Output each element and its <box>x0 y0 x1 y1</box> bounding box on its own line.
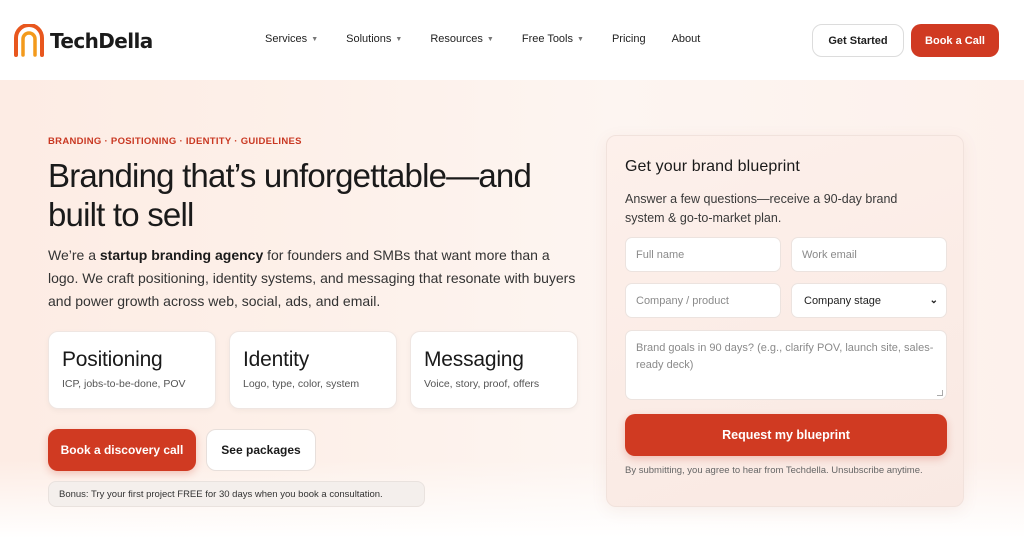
chevron-down-icon: ▼ <box>395 35 403 43</box>
feature-title: Messaging <box>424 348 524 371</box>
feature-title: Positioning <box>62 348 163 371</box>
nav-item-label: Free Tools <box>521 33 573 45</box>
select-value: Company stage <box>804 294 882 307</box>
site-header: TechDella Services ▼ Solutions ▼ Resourc… <box>0 0 1024 80</box>
work-email-input[interactable]: Work email <box>791 237 947 272</box>
feature-card-messaging: Messaging Voice, story, proof, offers <box>410 331 578 409</box>
get-started-button[interactable]: Get Started <box>812 24 904 57</box>
chevron-down-icon: ▼ <box>311 35 319 43</box>
blueprint-form: Get your brand blueprint Answer a few qu… <box>606 135 964 507</box>
company-input[interactable]: Company / product <box>625 283 781 318</box>
chevron-down-icon: ⌄ <box>929 295 938 306</box>
nav-item-free-tools[interactable]: Free Tools ▼ <box>522 33 584 45</box>
main-nav: Services ▼ Solutions ▼ Resources ▼ Free … <box>265 33 700 45</box>
nav-item-resources[interactable]: Resources ▼ <box>430 33 494 45</box>
textarea-placeholder: Brand goals in 90 days? (e.g., clarify P… <box>636 342 934 371</box>
lead-text-start: We’re a <box>48 247 100 263</box>
full-name-input[interactable]: Full name <box>625 237 781 272</box>
resize-handle-icon[interactable] <box>937 390 943 396</box>
hero-eyebrow: BRANDING · POSITIONING · IDENTITY · GUID… <box>48 136 302 147</box>
nav-item-about[interactable]: About <box>672 33 701 45</box>
nav-item-pricing[interactable]: Pricing <box>612 33 646 45</box>
chevron-down-icon: ▼ <box>486 35 494 43</box>
feature-card-identity: Identity Logo, type, color, system <box>229 331 397 409</box>
company-stage-select[interactable]: Company stage ⌄ <box>791 283 947 318</box>
nav-item-solutions[interactable]: Solutions ▼ <box>346 33 402 45</box>
logo[interactable]: TechDella <box>12 24 153 58</box>
nav-item-label: Solutions <box>346 33 392 45</box>
chevron-down-icon: ▼ <box>577 35 584 43</box>
lead-emphasis: startup branding agency <box>99 247 264 263</box>
form-disclaimer: By submitting, you agree to hear from Te… <box>625 465 923 476</box>
nav-item-label: About <box>671 33 701 45</box>
book-call-button[interactable]: Book a Call <box>911 24 999 57</box>
see-packages-button[interactable]: See packages <box>206 429 316 471</box>
nav-item-label: Pricing <box>611 33 646 45</box>
request-blueprint-button[interactable]: Request my blueprint <box>625 414 947 456</box>
brand-goals-textarea[interactable]: Brand goals in 90 days? (e.g., clarify P… <box>625 330 947 400</box>
feature-subtitle: ICP, jobs-to-be-done, POV <box>62 378 186 390</box>
form-description: Answer a few questions—receive a 90-day … <box>625 192 898 225</box>
nav-item-services[interactable]: Services ▼ <box>265 33 318 45</box>
feature-title: Identity <box>243 348 310 371</box>
book-discovery-call-button[interactable]: Book a discovery call <box>48 429 196 471</box>
nav-item-label: Resources <box>430 33 483 45</box>
brand-name: TechDella <box>50 29 153 53</box>
nav-item-label: Services <box>265 33 308 45</box>
arch-logo-icon <box>14 24 44 57</box>
feature-card-positioning: Positioning ICP, jobs-to-be-done, POV <box>48 331 216 409</box>
form-title: Get your brand blueprint <box>625 158 800 175</box>
hero-section: BRANDING · POSITIONING · IDENTITY · GUID… <box>0 80 1024 538</box>
feature-subtitle: Logo, type, color, system <box>243 378 360 390</box>
hero-lead: We’re a startup branding agency for foun… <box>48 244 578 313</box>
hero-headline: Branding that’s unforgettable—and built … <box>48 157 532 233</box>
bonus-note: Bonus: Try your first project FREE for 3… <box>48 481 425 507</box>
feature-subtitle: Voice, story, proof, offers <box>424 378 540 390</box>
